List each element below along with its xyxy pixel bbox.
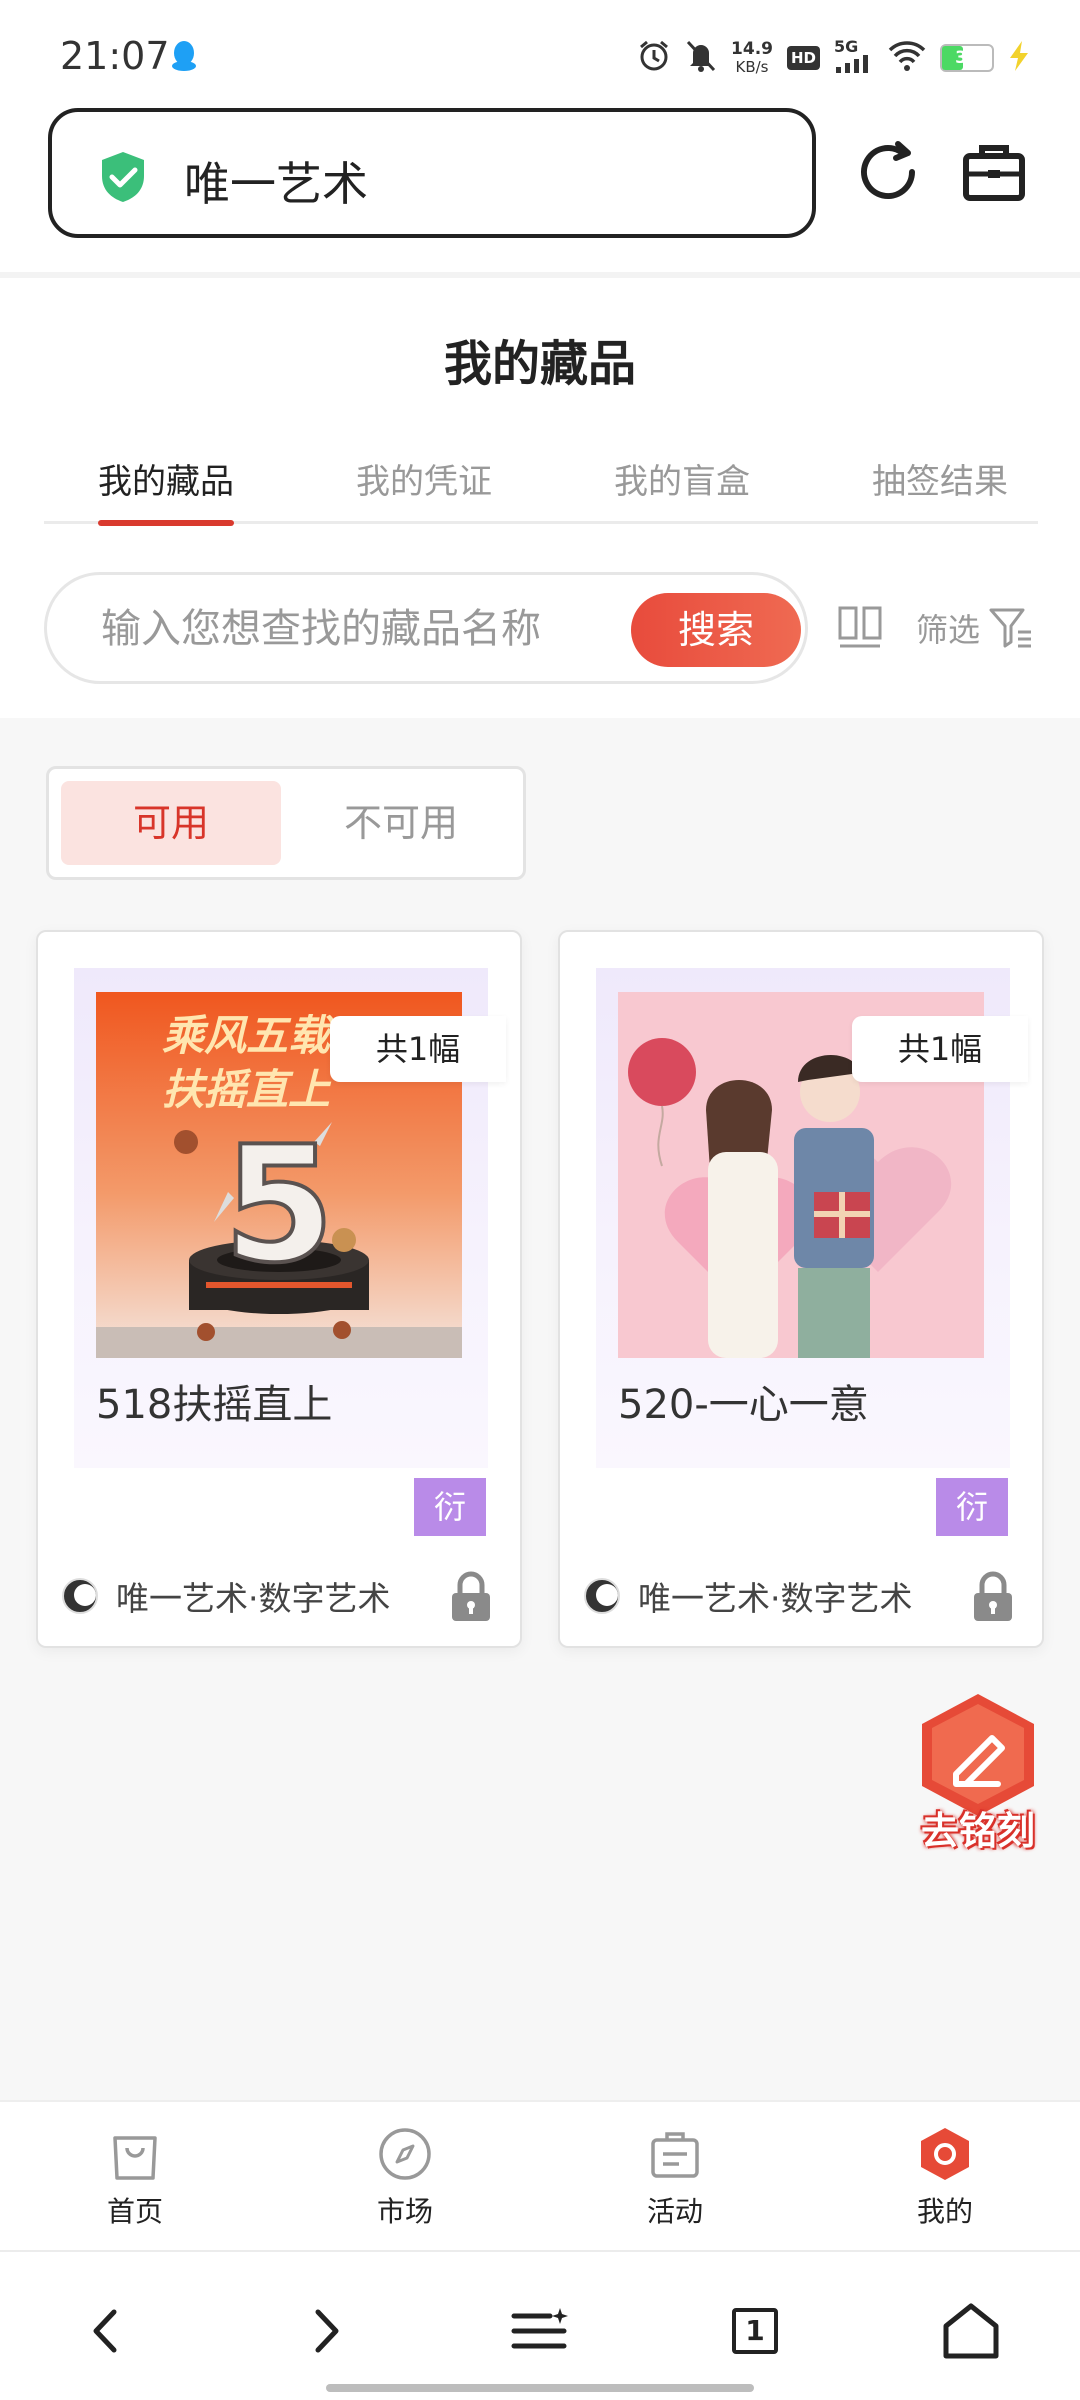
tab-lottery-results[interactable]: 抽签结果	[872, 454, 1008, 524]
page-title: 我的藏品	[443, 336, 636, 392]
network-speed: 14.9 KB/s	[731, 40, 773, 76]
collection-card[interactable]: 乘风五载 扶摇直上 5 共1幅 518扶摇直上 衍 唯一艺术·数字艺术	[36, 930, 522, 1648]
speed-unit: KB/s	[735, 58, 769, 76]
toolbox-button[interactable]	[952, 130, 1036, 214]
shopping-bag-icon	[113, 2136, 157, 2180]
nav-market-label: 市场	[376, 2195, 433, 2228]
search-button[interactable]: 搜索	[631, 593, 801, 667]
nav-activity[interactable]: 活动	[540, 2102, 810, 2250]
derivative-tag: 衍	[936, 1478, 1008, 1536]
status-bar: 21:07 14.9 KB/s HD 5G 35	[0, 0, 1080, 105]
forward-button[interactable]	[290, 2296, 360, 2366]
forward-icon	[315, 2309, 339, 2353]
collection-name: 518扶摇直上	[96, 1382, 333, 1428]
mute-icon	[685, 39, 717, 77]
collection-name: 520-一心一意	[618, 1382, 869, 1428]
qq-icon	[170, 40, 198, 72]
battery-icon: 35	[940, 44, 994, 72]
grid-view-button[interactable]	[836, 604, 884, 652]
status-time: 21:07	[60, 34, 170, 78]
wifi-icon	[888, 40, 926, 76]
image-headline-2: 扶摇直上	[162, 1067, 332, 1114]
image-number: 5	[223, 1111, 334, 1298]
engrave-label: 去铭刻	[920, 1809, 1035, 1853]
derivative-tag: 衍	[414, 1478, 486, 1536]
search-input[interactable]	[101, 597, 621, 661]
compass-icon	[379, 2128, 431, 2180]
image-headline-1: 乘风五载	[162, 1014, 336, 1060]
refresh-button[interactable]	[846, 130, 930, 214]
issuer-avatar	[62, 1578, 98, 1614]
page-header: 我的藏品	[0, 272, 1080, 432]
nav-activity-label: 活动	[646, 2195, 703, 2228]
gesture-bar[interactable]	[326, 2384, 754, 2392]
shield-check-icon	[98, 150, 148, 204]
alarm-icon	[637, 39, 671, 77]
status-icons: 14.9 KB/s HD 5G 35	[637, 37, 1030, 78]
issuer-avatar	[584, 1578, 620, 1614]
hd-badge: HD	[786, 46, 820, 70]
clipboard-icon	[651, 2132, 699, 2178]
refresh-icon	[861, 141, 915, 199]
lock-icon[interactable]	[970, 1569, 1016, 1623]
tabs-icon: 1	[732, 2308, 778, 2354]
battery-level: 35	[955, 48, 979, 68]
site-title: 唯一艺术	[184, 157, 368, 211]
option-available[interactable]: 可用	[61, 781, 281, 865]
tab-my-collection[interactable]: 我的藏品	[98, 454, 234, 526]
issuer-name: 唯一艺术·数字艺术	[638, 1579, 913, 1618]
grid-view-icon	[838, 606, 882, 648]
app-bottom-nav: 首页 市场 活动 我的	[0, 2100, 1080, 2250]
tab-my-vouchers[interactable]: 我的凭证	[356, 454, 492, 524]
option-unavailable[interactable]: 不可用	[291, 781, 511, 865]
collection-card[interactable]: 共1幅 520-一心一意 衍 唯一艺术·数字艺术	[558, 930, 1044, 1648]
filter-icon	[989, 608, 1032, 648]
back-button[interactable]	[72, 2296, 142, 2366]
card-footer: 唯一艺术·数字艺术	[62, 1566, 502, 1626]
filter-label: 筛选	[916, 611, 981, 649]
nav-home-label: 首页	[106, 2195, 163, 2228]
nav-home[interactable]: 首页	[0, 2102, 270, 2250]
issuer-name: 唯一艺术·数字艺术	[116, 1579, 391, 1618]
tab-my-blind-box[interactable]: 我的盲盒	[614, 454, 750, 524]
charging-icon	[1008, 41, 1030, 75]
engrave-button[interactable]: 去铭刻	[912, 1690, 1044, 1860]
menu-button[interactable]	[504, 2296, 574, 2366]
filter-button[interactable]: 筛选	[916, 600, 1034, 656]
card-footer: 唯一艺术·数字艺术	[584, 1566, 1024, 1626]
item-count-badge: 共1幅	[330, 1016, 506, 1082]
home-icon	[943, 2303, 999, 2359]
signal-icon: 5G	[834, 37, 874, 75]
nav-market[interactable]: 市场	[270, 2102, 540, 2250]
user-hexagon-icon	[921, 2128, 969, 2180]
browser-toolbar: 1	[0, 2250, 1080, 2400]
availability-toggle: 可用 不可用	[46, 766, 526, 880]
search-box: 搜索	[44, 572, 808, 684]
address-bar[interactable]: 唯一艺术	[48, 108, 816, 238]
back-icon	[93, 2309, 117, 2353]
home-button[interactable]	[936, 2296, 1006, 2366]
collection-tabs: 我的藏品 我的凭证 我的盲盒 抽签结果	[44, 432, 1038, 526]
briefcase-icon	[963, 145, 1025, 201]
speed-value: 14.9	[731, 39, 773, 59]
tabs-button[interactable]: 1	[720, 2296, 790, 2366]
lock-icon[interactable]	[448, 1569, 494, 1623]
menu-icon	[511, 2308, 568, 2349]
nav-mine[interactable]: 我的	[810, 2102, 1080, 2250]
item-count-badge: 共1幅	[852, 1016, 1028, 1082]
nav-mine-label: 我的	[916, 2195, 973, 2228]
